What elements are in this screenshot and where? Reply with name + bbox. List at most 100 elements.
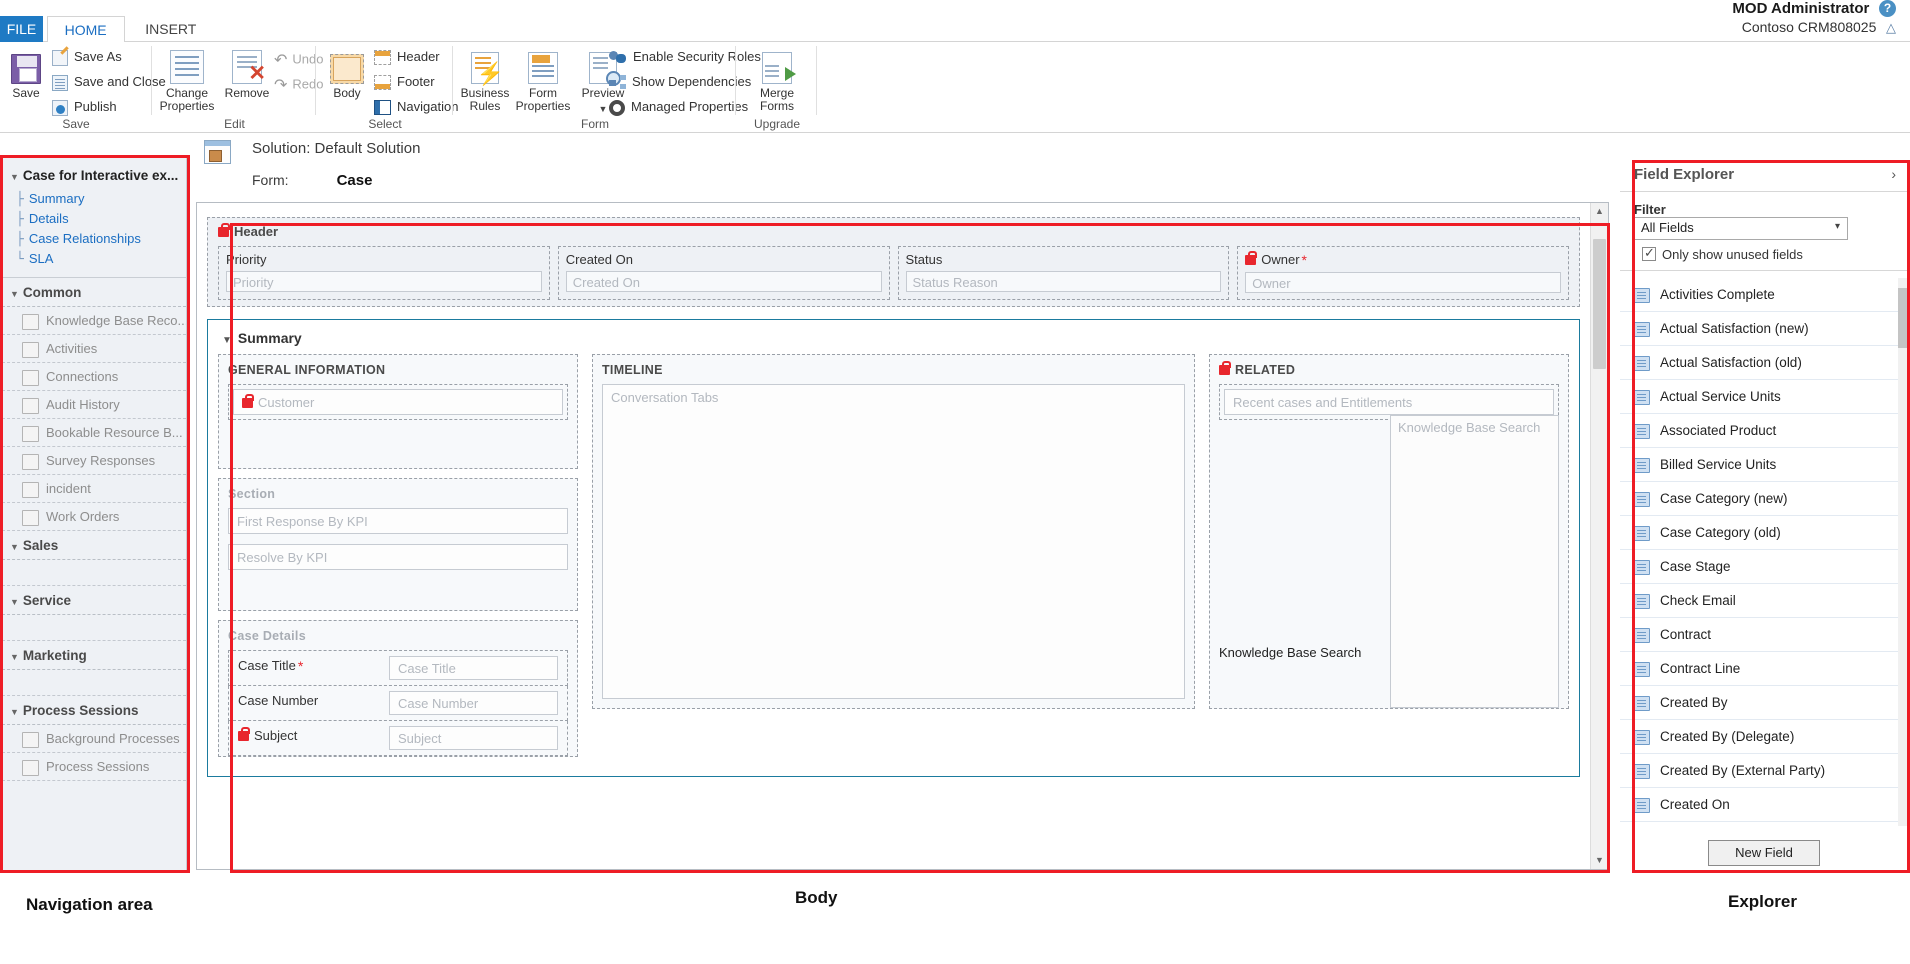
- scrollbar-thumb[interactable]: [1898, 288, 1908, 348]
- list-item[interactable]: Audit History: [2, 391, 186, 419]
- form-field-owner[interactable]: Owner* Owner: [1237, 246, 1569, 300]
- checkbox-icon[interactable]: [1642, 247, 1656, 261]
- conversation-tabs-control[interactable]: Conversation Tabs: [602, 384, 1185, 699]
- managed-properties-button[interactable]: Managed Properties: [609, 99, 748, 116]
- sidebar-item-details[interactable]: ├Details: [2, 209, 186, 229]
- list-item[interactable]: incident: [2, 475, 186, 503]
- nav-root-item[interactable]: ▼Case for Interactive ex...: [2, 158, 186, 189]
- field-input[interactable]: Created On: [566, 271, 882, 292]
- form-properties-button[interactable]: Form Properties: [512, 52, 574, 113]
- list-item[interactable]: Activities: [2, 335, 186, 363]
- recent-cases-field[interactable]: Recent cases and Entitlements: [1224, 389, 1554, 415]
- nav-group-service[interactable]: ▼Service: [2, 586, 186, 615]
- summary-tab-title-row[interactable]: ▼Summary: [222, 330, 1569, 346]
- change-properties-button[interactable]: Change Properties: [156, 50, 218, 113]
- list-item[interactable]: Knowledge Base Reco...: [2, 307, 186, 335]
- list-item[interactable]: Check Email: [1620, 584, 1898, 618]
- list-item[interactable]: Created By (External Party): [1620, 754, 1898, 788]
- list-item[interactable]: Billed Service Units: [1620, 448, 1898, 482]
- footer-button[interactable]: Footer: [374, 74, 435, 90]
- form-field-priority[interactable]: Priority Priority: [218, 246, 550, 300]
- sidebar-item-case-relationships[interactable]: ├Case Relationships: [2, 229, 186, 249]
- merge-forms-button[interactable]: Merge Forms: [749, 52, 805, 113]
- form-field-subject[interactable]: Subject Subject: [228, 721, 568, 756]
- list-item[interactable]: Case Stage: [1620, 550, 1898, 584]
- field-input[interactable]: Priority: [226, 271, 542, 292]
- list-item[interactable]: Contract Line: [1620, 652, 1898, 686]
- scrollbar-thumb[interactable]: [1593, 239, 1606, 369]
- nav-group-marketing[interactable]: ▼Marketing: [2, 641, 186, 670]
- list-item[interactable]: Created By: [1620, 686, 1898, 720]
- list-item[interactable]: Process Sessions: [2, 753, 186, 781]
- navigation-button[interactable]: Navigation: [374, 99, 458, 115]
- field-input[interactable]: Status Reason: [906, 271, 1222, 292]
- show-dependencies-button[interactable]: Show Dependencies: [609, 74, 751, 90]
- question-help-icon[interactable]: ?: [1879, 0, 1896, 17]
- timeline-section[interactable]: TIMELINE Conversation Tabs: [592, 354, 1195, 709]
- sidebar-item-sla[interactable]: └SLA: [2, 249, 186, 269]
- save-and-close-button[interactable]: Save and Close: [52, 74, 166, 91]
- form-field-case-number[interactable]: Case Number Case Number: [228, 686, 568, 721]
- tab-insert[interactable]: INSERT: [128, 16, 213, 42]
- field-input[interactable]: Case Title: [389, 656, 558, 680]
- filter-select[interactable]: All Fields ▾: [1634, 217, 1848, 240]
- remove-button[interactable]: ✕ Remove: [218, 50, 276, 100]
- list-item[interactable]: Actual Service Units: [1620, 380, 1898, 414]
- form-canvas[interactable]: Header Priority Priority Created On Crea…: [196, 202, 1609, 870]
- form-header-section[interactable]: Header Priority Priority Created On Crea…: [207, 217, 1580, 307]
- list-item[interactable]: Created On: [1620, 788, 1898, 822]
- list-item[interactable]: Case Category (new): [1620, 482, 1898, 516]
- form-field-case-title[interactable]: Case Title* Case Title: [228, 650, 568, 686]
- new-field-button[interactable]: New Field: [1708, 840, 1820, 866]
- header-button[interactable]: Header: [374, 49, 440, 65]
- list-item[interactable]: Connections: [2, 363, 186, 391]
- knowledge-base-search-control[interactable]: Knowledge Base Search: [1390, 415, 1559, 708]
- nav-group-sales[interactable]: ▼Sales: [2, 531, 186, 560]
- nav-group-process-sessions[interactable]: ▼Process Sessions: [2, 696, 186, 725]
- list-item[interactable]: Actual Satisfaction (new): [1620, 312, 1898, 346]
- field-explorer-panel[interactable]: › Field Explorer Filter All Fields ▾ Onl…: [1620, 158, 1908, 870]
- general-information-section[interactable]: GENERAL INFORMATION Customer: [218, 354, 578, 469]
- field-list-scrollbar[interactable]: [1898, 278, 1908, 826]
- only-unused-fields-checkbox[interactable]: Only show unused fields: [1620, 246, 1908, 271]
- save-button[interactable]: Save: [0, 54, 52, 100]
- navigation-pane[interactable]: ▼Case for Interactive ex... ├Summary ├De…: [2, 158, 187, 870]
- related-section[interactable]: RELATED Recent cases and Entitlements Kn…: [1209, 354, 1569, 709]
- customer-field-wrapper[interactable]: Customer: [228, 384, 568, 420]
- field-input[interactable]: Case Number: [389, 691, 558, 715]
- list-item[interactable]: Case Category (old): [1620, 516, 1898, 550]
- list-item[interactable]: Background Processes: [2, 725, 186, 753]
- list-item[interactable]: Activities Complete: [1620, 278, 1898, 312]
- form-canvas-scrollbar[interactable]: ▲ ▼: [1590, 203, 1608, 869]
- scroll-down-icon[interactable]: ▼: [1591, 852, 1608, 869]
- list-item[interactable]: Contract: [1620, 618, 1898, 652]
- save-as-button[interactable]: Save As: [52, 49, 122, 66]
- scroll-up-icon[interactable]: ▲: [1591, 203, 1608, 220]
- body-button[interactable]: Body: [322, 54, 372, 100]
- list-item[interactable]: Created By (Delegate): [1620, 720, 1898, 754]
- customer-field[interactable]: Customer: [233, 389, 563, 415]
- form-field-status[interactable]: Status Status Reason: [898, 246, 1230, 300]
- list-item[interactable]: Work Orders: [2, 503, 186, 531]
- publish-button[interactable]: Publish: [52, 99, 117, 116]
- section-panel[interactable]: Section First Response By KPI Resolve By…: [218, 478, 578, 611]
- list-item[interactable]: Bookable Resource B...: [2, 419, 186, 447]
- chevron-down-icon[interactable]: ▼: [599, 104, 608, 114]
- field-input[interactable]: Subject: [389, 726, 558, 750]
- list-item[interactable]: Actual Satisfaction (old): [1620, 346, 1898, 380]
- nav-group-common[interactable]: ▼Common: [2, 278, 186, 307]
- case-details-section[interactable]: Case Details Case Title* Case Title Case…: [218, 620, 578, 757]
- tab-file[interactable]: FILE: [0, 16, 43, 42]
- first-response-kpi-field[interactable]: First Response By KPI: [228, 508, 568, 534]
- sidebar-item-summary[interactable]: ├Summary: [2, 189, 186, 209]
- chevron-right-icon[interactable]: ›: [1891, 166, 1896, 182]
- list-item[interactable]: Survey Responses: [2, 447, 186, 475]
- resolve-by-kpi-field[interactable]: Resolve By KPI: [228, 544, 568, 570]
- field-list[interactable]: Activities Complete Actual Satisfaction …: [1620, 278, 1898, 826]
- business-rules-button[interactable]: ⚡ Business Rules: [457, 52, 513, 113]
- list-item[interactable]: Currency: [1620, 822, 1898, 826]
- form-field-created-on[interactable]: Created On Created On: [558, 246, 890, 300]
- list-item[interactable]: Associated Product: [1620, 414, 1898, 448]
- field-input[interactable]: Owner: [1245, 272, 1561, 293]
- tab-home[interactable]: HOME: [47, 16, 125, 43]
